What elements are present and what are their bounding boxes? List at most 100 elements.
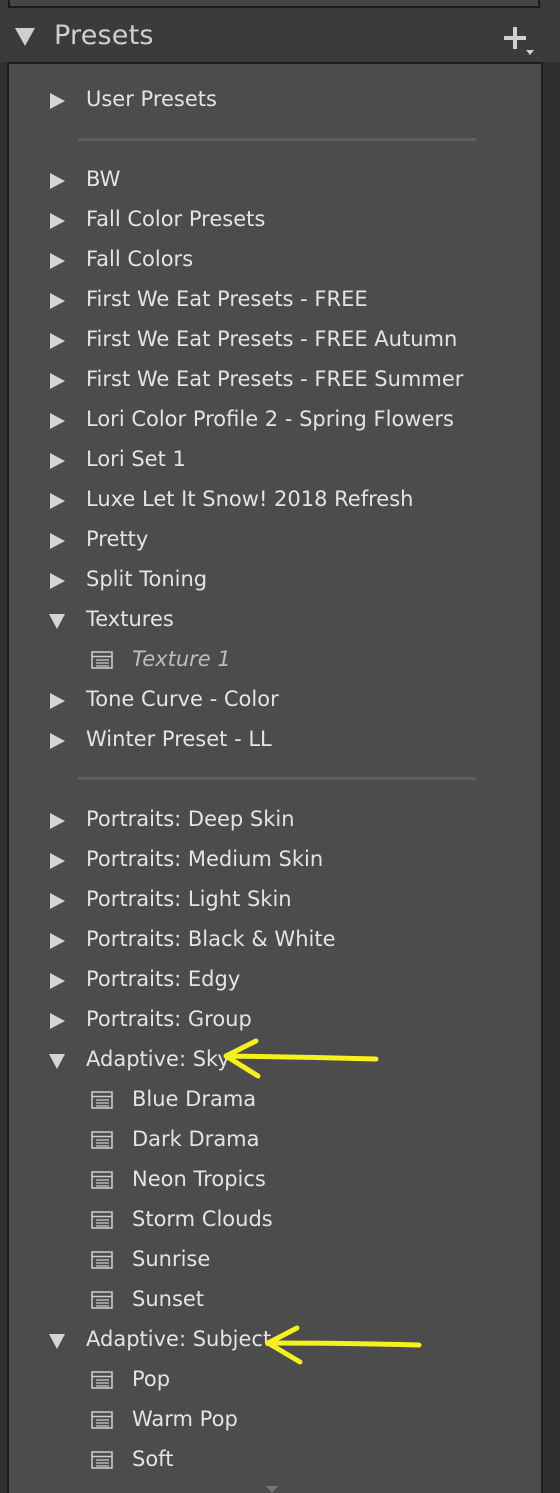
expanded-triangle-icon[interactable] [48, 612, 66, 630]
preset-list-icon [91, 1411, 113, 1429]
group-label: Pretty [86, 527, 149, 551]
preset-item[interactable]: Neon Tropics [9, 1161, 541, 1201]
group-row[interactable]: Fall Color Presets [9, 201, 541, 241]
group-row-expanded[interactable]: Adaptive: Sky [9, 1041, 541, 1081]
group-row[interactable]: Lori Set 1 [9, 441, 541, 481]
group-label: Portraits: Light Skin [86, 887, 292, 911]
preset-item[interactable]: Blue Drama [9, 1081, 541, 1121]
preset-list-icon [91, 1251, 113, 1269]
group-label: Portraits: Deep Skin [86, 807, 295, 831]
preset-list-icon [91, 1451, 113, 1469]
presets-panel-header[interactable]: Presets [0, 10, 560, 62]
group-row[interactable]: First We Eat Presets - FREE Autumn [9, 321, 541, 361]
group-row[interactable]: Fall Colors [9, 241, 541, 281]
presets-list: User Presets BW Fall Color Presets Fall … [7, 62, 543, 1493]
group-label: Portraits: Medium Skin [86, 847, 324, 871]
collapsed-triangle-icon[interactable] [48, 252, 66, 270]
group-label: Adaptive: Subject [86, 1327, 272, 1351]
group-label: Fall Color Presets [86, 207, 266, 231]
collapsed-triangle-icon[interactable] [48, 492, 66, 510]
collapsed-triangle-icon[interactable] [48, 812, 66, 830]
preset-label: Blue Drama [132, 1087, 257, 1111]
preset-item[interactable]: Storm Clouds [9, 1201, 541, 1241]
preset-list-icon [91, 1131, 113, 1149]
group-row[interactable]: Split Toning [9, 561, 541, 601]
group-label: Fall Colors [86, 247, 194, 271]
collapsed-triangle-icon[interactable] [48, 732, 66, 750]
group-row[interactable]: First We Eat Presets - FREE [9, 281, 541, 321]
preset-item[interactable]: Dark Drama [9, 1121, 541, 1161]
preset-list-icon [91, 1291, 113, 1309]
group-row[interactable]: Portraits: Deep Skin [9, 801, 541, 841]
preset-label: Sunset [132, 1287, 205, 1311]
group-label: Tone Curve - Color [86, 687, 279, 711]
collapsed-triangle-icon[interactable] [48, 212, 66, 230]
group-row[interactable]: Winter Preset - LL [9, 721, 541, 761]
expanded-triangle-icon[interactable] [14, 26, 36, 48]
preset-list-icon [91, 1171, 113, 1189]
group-label: BW [86, 167, 121, 191]
collapsed-triangle-icon[interactable] [48, 332, 66, 350]
collapsed-triangle-icon[interactable] [48, 412, 66, 430]
group-label: User Presets [86, 87, 217, 111]
preset-list-icon [91, 1211, 113, 1229]
group-label: Portraits: Edgy [86, 967, 241, 991]
collapsed-triangle-icon[interactable] [48, 292, 66, 310]
group-row[interactable]: Portraits: Light Skin [9, 881, 541, 921]
section-divider [78, 138, 476, 141]
collapsed-triangle-icon[interactable] [48, 92, 66, 110]
preset-list-icon [91, 1091, 113, 1109]
collapsed-triangle-icon[interactable] [48, 932, 66, 950]
preset-item[interactable]: Warm Pop [9, 1401, 541, 1441]
group-row[interactable]: Portraits: Black & White [9, 921, 541, 961]
panel-end-marker-icon [266, 1486, 278, 1493]
collapsed-triangle-icon[interactable] [48, 692, 66, 710]
group-label: Portraits: Black & White [86, 927, 336, 951]
group-row[interactable]: Luxe Let It Snow! 2018 Refresh [9, 481, 541, 521]
preset-item[interactable]: Texture 1 [9, 641, 541, 681]
panel-title: Presets [54, 20, 154, 51]
group-label: Winter Preset - LL [86, 727, 272, 751]
preset-item[interactable]: Sunrise [9, 1241, 541, 1281]
group-user-presets[interactable]: User Presets [9, 81, 541, 121]
scrollbar[interactable] [545, 62, 560, 1493]
preset-item[interactable]: Soft [9, 1441, 541, 1481]
collapsed-triangle-icon[interactable] [48, 372, 66, 390]
group-label: Lori Set 1 [86, 447, 186, 471]
group-row[interactable]: Portraits: Medium Skin [9, 841, 541, 881]
collapsed-triangle-icon[interactable] [48, 852, 66, 870]
group-row[interactable]: Pretty [9, 521, 541, 561]
group-row-expanded[interactable]: Textures [9, 601, 541, 641]
group-label: First We Eat Presets - FREE Autumn [86, 327, 458, 351]
group-label: Portraits: Group [86, 1007, 252, 1031]
group-row[interactable]: Lori Color Profile 2 - Spring Flowers [9, 401, 541, 441]
expanded-triangle-icon[interactable] [48, 1332, 66, 1350]
expanded-triangle-icon[interactable] [48, 1052, 66, 1070]
group-row[interactable]: First We Eat Presets - FREE Summer [9, 361, 541, 401]
preset-item[interactable]: Sunset [9, 1281, 541, 1321]
collapsed-triangle-icon[interactable] [48, 172, 66, 190]
preset-label: Pop [132, 1367, 171, 1391]
preset-label: Soft [132, 1447, 174, 1471]
collapsed-triangle-icon[interactable] [48, 1012, 66, 1030]
group-label: Lori Color Profile 2 - Spring Flowers [86, 407, 454, 431]
preset-list-icon [91, 651, 113, 669]
preset-label: Neon Tropics [132, 1167, 266, 1191]
collapsed-triangle-icon[interactable] [48, 572, 66, 590]
preset-label: Warm Pop [132, 1407, 238, 1431]
collapsed-triangle-icon[interactable] [48, 452, 66, 470]
collapsed-triangle-icon[interactable] [48, 892, 66, 910]
collapsed-triangle-icon[interactable] [48, 532, 66, 550]
preset-list-icon [91, 1371, 113, 1389]
group-row[interactable]: Tone Curve - Color [9, 681, 541, 721]
plus-dropdown-icon[interactable] [500, 22, 540, 58]
group-label: Luxe Let It Snow! 2018 Refresh [86, 487, 414, 511]
preset-label: Sunrise [132, 1247, 211, 1271]
group-row[interactable]: Portraits: Group [9, 1001, 541, 1041]
collapsed-triangle-icon[interactable] [48, 972, 66, 990]
group-row[interactable]: Portraits: Edgy [9, 961, 541, 1001]
group-label: First We Eat Presets - FREE [86, 287, 368, 311]
group-row-expanded[interactable]: Adaptive: Subject [9, 1321, 541, 1361]
group-row[interactable]: BW [9, 161, 541, 201]
preset-item[interactable]: Pop [9, 1361, 541, 1401]
